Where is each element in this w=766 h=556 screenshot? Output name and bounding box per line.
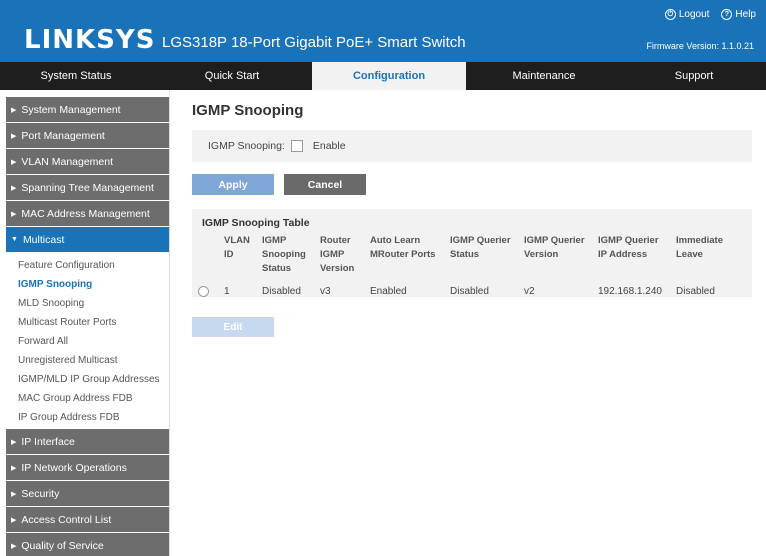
action-buttons: Apply Cancel [192, 174, 752, 195]
header: LINKSYS LGS318P 18-Port Gigabit PoE+ Sma… [0, 0, 766, 62]
column-header: IGMP Querier IP Address [598, 235, 659, 260]
triangle-right-icon: ▶ [11, 464, 17, 472]
table-header-row: VLAN ID IGMP Snooping Status Router IGMP Vers… [192, 234, 730, 276]
triangle-right-icon: ▶ [11, 184, 17, 192]
column-header: VLAN ID [224, 235, 250, 260]
enable-checkbox[interactable] [290, 140, 303, 152]
submenu-multicast-router-ports[interactable]: Multicast Router Ports [18, 313, 169, 332]
column-header: Immediate Leave [676, 235, 723, 260]
submenu-forward-all[interactable]: Forward All [18, 332, 169, 351]
tab-support[interactable]: Support [622, 62, 766, 90]
table-cell: v3 [320, 286, 331, 297]
submenu-mac-group-fdb[interactable]: MAC Group Address FDB [18, 389, 169, 408]
submenu-ip-group-fdb[interactable]: IP Group Address FDB [18, 408, 169, 427]
table-cell: Disabled [450, 286, 489, 297]
sidebar-item-label: Security [21, 487, 60, 500]
table-cell: 192.168.1.240 [598, 286, 662, 297]
power-icon: ⏻ [664, 9, 676, 20]
triangle-right-icon: ▶ [11, 106, 17, 114]
sidebar: ▶ System Management ▶ Port Management ▶ VLA… [0, 90, 170, 556]
sidebar-item-vlan-management[interactable]: ▶ VLAN Management [6, 149, 169, 174]
tab-quick-start[interactable]: Quick Start [152, 62, 312, 90]
igmp-snooping-label: IGMP Snooping: [208, 140, 285, 152]
triangle-right-icon: ▶ [11, 542, 17, 550]
sidebar-item-label: VLAN Management [21, 155, 114, 168]
sidebar-item-label: MAC Address Management [21, 207, 150, 220]
page-title: IGMP Snooping [192, 102, 304, 119]
triangle-down-icon: ▼ [11, 236, 18, 243]
product-name: LGS318P 18-Port Gigabit PoE+ Smart Switc… [162, 34, 466, 51]
sidebar-item-mac-address[interactable]: ▶ MAC Address Management [6, 201, 169, 226]
apply-button[interactable]: Apply [192, 174, 274, 195]
table-cell: Enabled [370, 286, 407, 297]
sidebar-item-label: System Management [21, 103, 121, 116]
column-header: Auto Learn MRouter Ports [370, 235, 436, 260]
logout-label: Logout [678, 9, 710, 20]
igmp-table-section: IGMP Snooping Table VLAN ID IGMP Snooping S… [192, 209, 752, 305]
triangle-right-icon: ▶ [11, 132, 17, 140]
sidebar-item-ip-interface[interactable]: ▶ IP Interface [6, 429, 169, 454]
submenu-group-addresses[interactable]: IGMP/MLD IP Group Addresses [18, 370, 169, 389]
tab-maintenance[interactable]: Maintenance [466, 62, 622, 90]
sidebar-item-label: Port Management [21, 129, 105, 142]
logout-link[interactable]: ⏻ Logout [664, 9, 710, 20]
top-links: ⏻ Logout ? Help [664, 9, 756, 20]
submenu-unregistered-multicast[interactable]: Unregistered Multicast [18, 351, 169, 370]
help-icon: ? [721, 9, 733, 20]
sidebar-item-label: Multicast [22, 233, 65, 246]
sidebar-item-label: Spanning Tree Management [21, 181, 154, 194]
sidebar-item-spanning-tree[interactable]: ▶ Spanning Tree Management [6, 175, 169, 200]
igmp-settings-panel: IGMP Snooping: Enable [192, 130, 752, 162]
row-select-radio[interactable] [198, 286, 209, 297]
sidebar-item-system-management[interactable]: ▶ System Management [6, 97, 169, 122]
column-header: IGMP Querier Status [450, 235, 511, 260]
table-title: IGMP Snooping Table [202, 217, 310, 229]
sidebar-item-multicast[interactable]: ▼ Multicast [6, 227, 169, 252]
sidebar-item-label: Quality of Service [21, 539, 104, 552]
table-cell: Disabled [676, 286, 715, 297]
firmware-version: Firmware Version: 1.1.0.21 [646, 41, 754, 51]
main-nav: System Status Quick Start Configuration … [0, 62, 766, 90]
cancel-button[interactable]: Cancel [284, 174, 366, 195]
igmp-snooping-table: VLAN ID IGMP Snooping Status Router IGMP Vers… [192, 234, 730, 297]
tab-configuration[interactable]: Configuration [312, 62, 466, 90]
sidebar-item-acl[interactable]: ▶ Access Control List [6, 507, 169, 532]
triangle-right-icon: ▶ [11, 210, 17, 218]
multicast-submenu: Feature Configuration IGMP Snooping MLD … [0, 253, 169, 429]
sidebar-item-qos[interactable]: ▶ Quality of Service [6, 533, 169, 556]
table-row[interactable]: 1 Disabled v3 Enabled Disabled v2 192.16… [192, 276, 730, 297]
column-header: IGMP Snooping Status [262, 235, 306, 274]
sidebar-item-label: IP Interface [21, 435, 75, 448]
table-cell: 1 [224, 286, 230, 297]
sidebar-item-label: Access Control List [21, 513, 112, 526]
row-select-cell [192, 276, 218, 297]
column-header: IGMP Querier Version [524, 235, 585, 260]
submenu-igmp-snooping[interactable]: IGMP Snooping [18, 275, 169, 294]
sidebar-item-ip-network-operations[interactable]: ▶ IP Network Operations [6, 455, 169, 480]
sidebar-item-port-management[interactable]: ▶ Port Management [6, 123, 169, 148]
submenu-mld-snooping[interactable]: MLD Snooping [18, 294, 169, 313]
triangle-right-icon: ▶ [11, 438, 17, 446]
table-cell: Disabled [262, 286, 301, 297]
submenu-feature-configuration[interactable]: Feature Configuration [18, 256, 169, 275]
triangle-right-icon: ▶ [11, 490, 17, 498]
column-header: Router IGMP Version [320, 235, 355, 274]
table-cell: v2 [524, 286, 535, 297]
main-content: IGMP Snooping IGMP Snooping: Enable Appl… [192, 98, 752, 337]
help-label: Help [735, 9, 756, 20]
triangle-right-icon: ▶ [11, 158, 17, 166]
select-column-header [192, 234, 218, 276]
triangle-right-icon: ▶ [11, 516, 17, 524]
sidebar-item-label: IP Network Operations [21, 461, 127, 474]
sidebar-item-security[interactable]: ▶ Security [6, 481, 169, 506]
help-link[interactable]: ? Help [721, 9, 756, 20]
linksys-logo: LINKSYS [24, 25, 156, 55]
edit-button[interactable]: Edit [192, 317, 274, 337]
tab-system-status[interactable]: System Status [0, 62, 152, 90]
enable-label: Enable [312, 140, 346, 152]
